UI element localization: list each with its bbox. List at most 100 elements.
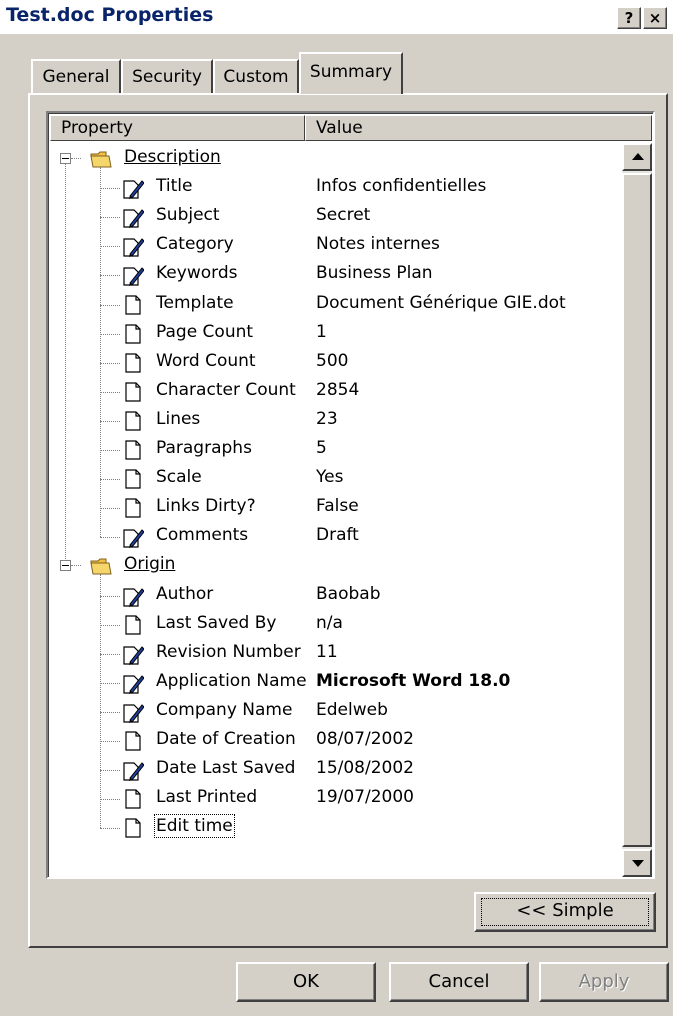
property-row[interactable]: Scale Yes — [48, 465, 618, 493]
property-row[interactable]: Last Saved By n/a — [48, 611, 618, 639]
tree-connector — [100, 770, 120, 772]
property-label: Application Name — [156, 670, 307, 691]
doc-icon — [122, 352, 144, 374]
title-bar: Test.doc Properties ? × — [0, 0, 673, 34]
property-row[interactable]: Lines 23 — [48, 407, 618, 435]
property-value: Secret — [316, 205, 371, 226]
column-header-property[interactable]: Property — [50, 115, 305, 141]
tree-connector — [100, 246, 120, 248]
doc-icon — [122, 817, 144, 839]
property-row[interactable]: Page Count 1 — [48, 320, 618, 348]
property-label: Author — [156, 583, 214, 604]
property-label: Company Name — [156, 699, 293, 720]
editable-doc-icon — [122, 526, 145, 549]
apply-button[interactable]: Apply — [539, 962, 669, 1002]
tree-connector — [100, 653, 120, 655]
property-row[interactable]: Paragraphs 5 — [48, 436, 618, 464]
property-row[interactable]: Category Notes internes — [48, 232, 618, 260]
property-label: Keywords — [156, 263, 238, 284]
doc-icon — [122, 497, 144, 519]
property-row[interactable]: Template Document Générique GIE.dot — [48, 291, 618, 319]
property-row[interactable]: Keywords Business Plan — [48, 261, 618, 289]
close-button[interactable]: × — [643, 7, 667, 29]
property-value: Draft — [316, 525, 359, 546]
doc-icon — [122, 439, 144, 461]
tree-connector — [100, 479, 120, 481]
ok-button[interactable]: OK — [236, 962, 376, 1002]
property-value: 500 — [316, 350, 349, 371]
tree-line — [100, 167, 101, 538]
tree-connector — [100, 217, 120, 219]
folder-icon — [90, 555, 112, 577]
property-value: 08/07/2002 — [316, 729, 414, 749]
property-row[interactable]: Character Count 2854 — [48, 378, 618, 406]
editable-doc-icon — [122, 643, 145, 665]
scroll-thumb[interactable] — [622, 173, 652, 847]
property-row[interactable]: Author Baobab — [48, 582, 618, 610]
tab-summary[interactable]: Summary — [299, 52, 403, 94]
tab-general[interactable]: General — [31, 59, 121, 93]
property-value: Yes — [316, 467, 344, 488]
property-value: Notes internes — [316, 234, 440, 255]
property-label: Word Count — [156, 350, 256, 371]
tree-connector — [100, 537, 120, 539]
property-label: Paragraphs — [156, 438, 252, 458]
property-row[interactable]: Application Name Microsoft Word 18.0 — [48, 669, 618, 697]
scroll-down-button[interactable] — [622, 849, 652, 877]
window-title: Test.doc Properties — [6, 4, 214, 26]
property-row[interactable]: Company Name Edelweb — [48, 698, 618, 726]
property-label: Last Saved By — [156, 612, 277, 633]
group-row-description[interactable]: Description — [48, 145, 618, 173]
group-row-origin[interactable]: Origin — [48, 552, 618, 580]
property-list[interactable]: Property Value Description Title Infos con… — [46, 111, 655, 879]
group-label: Description — [124, 147, 221, 167]
tree-connector — [100, 508, 120, 510]
property-label: Title — [156, 176, 193, 197]
property-row[interactable]: Subject Secret — [48, 203, 618, 231]
property-row[interactable]: Links Dirty? False — [48, 494, 618, 522]
collapse-icon[interactable] — [60, 560, 71, 572]
tree-connector — [100, 275, 120, 277]
tab-custom[interactable]: Custom — [213, 59, 299, 93]
property-row[interactable]: Title Infos confidentielles — [48, 174, 618, 202]
editable-doc-icon — [122, 701, 145, 723]
property-row[interactable]: Date Last Saved 15/08/2002 — [48, 756, 618, 784]
cancel-button[interactable]: Cancel — [389, 962, 529, 1002]
editable-doc-icon — [122, 235, 145, 258]
property-label: Comments — [156, 525, 249, 546]
tree-connector — [100, 624, 120, 626]
folder-icon — [90, 148, 112, 170]
scroll-up-button[interactable] — [622, 143, 652, 171]
collapse-icon[interactable] — [60, 153, 71, 164]
tree-connector — [100, 595, 120, 597]
editable-doc-icon — [122, 672, 145, 694]
tree-connector — [71, 158, 81, 159]
doc-icon — [122, 788, 144, 810]
tree-connector — [100, 711, 120, 713]
tree-line — [100, 574, 101, 829]
arrow-down-icon — [632, 860, 644, 867]
doc-icon — [122, 468, 144, 490]
column-header-value[interactable]: Value — [305, 115, 652, 141]
doc-icon — [122, 323, 144, 345]
property-row[interactable]: Revision Number 11 — [48, 640, 618, 668]
tree-connector — [100, 420, 120, 422]
property-row[interactable]: Comments Draft — [48, 523, 618, 551]
simple-button[interactable]: << Simple — [474, 892, 656, 932]
property-row[interactable]: Edit time — [48, 814, 618, 842]
tree-connector — [100, 741, 120, 742]
tab-security[interactable]: Security — [121, 59, 213, 93]
doc-icon — [122, 410, 144, 432]
doc-icon — [122, 381, 144, 403]
property-row[interactable]: Word Count 500 — [48, 349, 618, 377]
property-row[interactable]: Date of Creation 08/07/2002 — [48, 727, 618, 755]
editable-doc-icon — [122, 206, 145, 229]
property-row[interactable]: Last Printed 19/07/2000 — [48, 785, 618, 813]
tree-connector — [100, 333, 120, 335]
help-button[interactable]: ? — [617, 7, 641, 29]
property-value: Microsoft Word 18.0 — [316, 670, 511, 691]
close-icon: × — [648, 9, 662, 27]
property-value: 5 — [316, 438, 327, 458]
property-value: Document Générique GIE.dot — [316, 292, 566, 313]
vertical-scrollbar[interactable] — [622, 143, 652, 877]
